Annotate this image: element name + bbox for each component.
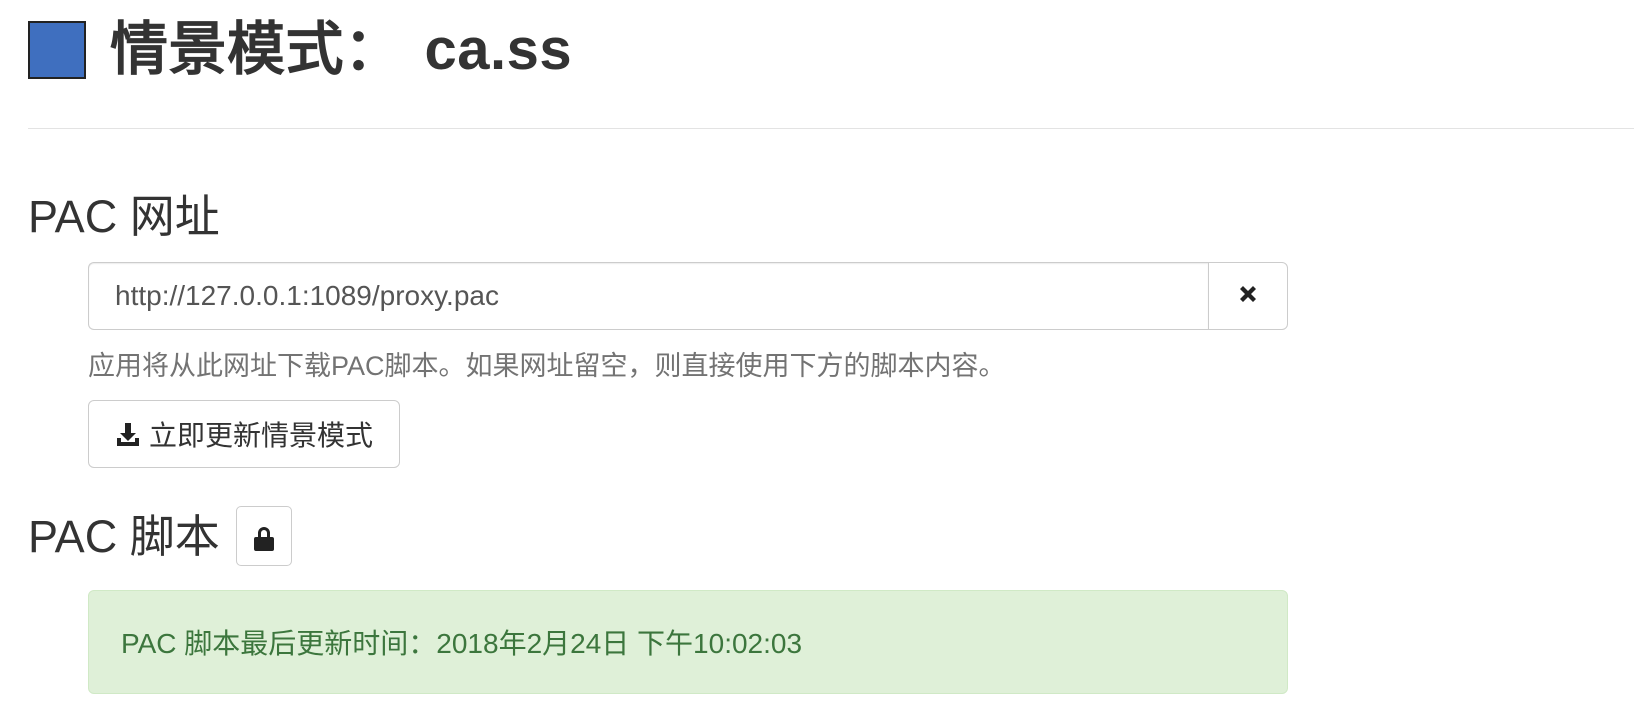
lock-script-button[interactable] [235, 506, 292, 566]
pac-url-heading: PAC 网址 [28, 191, 220, 242]
last-update-text: PAC 脚本最后更新时间：2018年2月24日 下午10:02:03 [121, 628, 803, 659]
last-update-alert: PAC 脚本最后更新时间：2018年2月24日 下午10:02:03 [88, 590, 1288, 694]
profile-color-swatch [28, 21, 86, 79]
pac-url-input[interactable] [88, 262, 1208, 330]
page-title-prefix: 情景模式： [110, 17, 403, 82]
lock-icon [252, 514, 276, 559]
header-divider [28, 128, 1634, 129]
pac-url-input-group [88, 262, 1288, 330]
pac-url-help-text: 应用将从此网址下载PAC脚本。如果网址留空，则直接使用下方的脚本内容。 [88, 351, 1006, 381]
options-page: 情景模式： ca.ss PAC 网址 应用将从此网址下载PAC脚本。如果网址留空，… [0, 0, 1634, 722]
clear-url-button[interactable] [1208, 262, 1288, 330]
times-icon [1236, 282, 1260, 311]
download-icon [115, 421, 141, 447]
page-title: 情景模式： ca.ss [110, 21, 572, 79]
profile-name: ca.ss [424, 17, 573, 82]
pac-script-heading-row: PAC 脚本 [28, 506, 292, 566]
update-profile-button[interactable]: 立即更新情景模式 [88, 400, 400, 468]
page-header: 情景模式： ca.ss [28, 14, 572, 86]
update-profile-button-label: 立即更新情景模式 [148, 420, 373, 451]
pac-script-heading: PAC 脚本 [28, 510, 220, 562]
